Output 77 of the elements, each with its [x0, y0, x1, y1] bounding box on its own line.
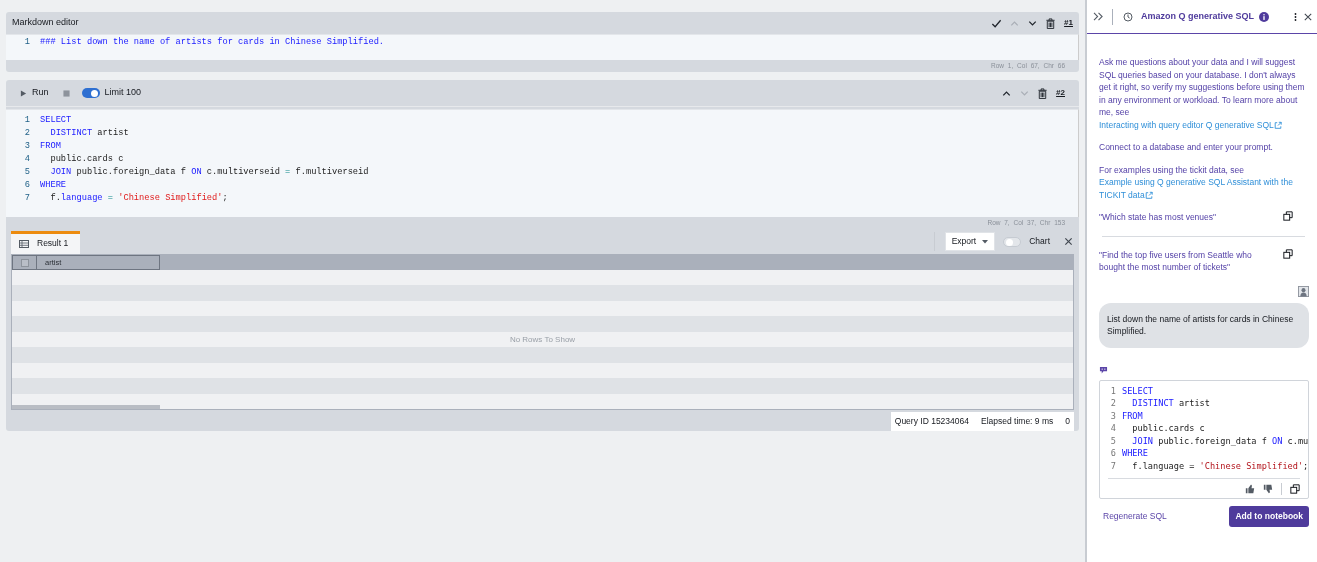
- code-line: FROM: [40, 140, 61, 153]
- export-dropdown[interactable]: Export: [944, 232, 996, 251]
- line-number: 2: [1109, 397, 1117, 410]
- chart-toggle[interactable]: [1003, 236, 1022, 247]
- regenerate-button[interactable]: Regenerate SQL: [1103, 510, 1167, 523]
- chart-label: Chart: [1029, 235, 1050, 248]
- more-options-icon[interactable]: [1294, 11, 1297, 22]
- line-number: 6: [23, 179, 31, 192]
- example-prompt[interactable]: "Find the top five users from Seattle who bought the most number of tickets": [1099, 248, 1273, 274]
- docs-link[interactable]: Interacting with query editor Q generative SQL: [1099, 119, 1282, 130]
- line-number: 7: [23, 192, 31, 205]
- code-line: public.cards c: [1131, 422, 1205, 435]
- table-icon: [19, 239, 29, 248]
- code-line: DISTINCT artist: [1131, 397, 1210, 410]
- query-id: Query ID 15234064: [894, 415, 969, 428]
- add-to-notebook-button[interactable]: Add to notebook: [1229, 506, 1309, 527]
- delete-icon[interactable]: [1037, 87, 1049, 99]
- code-line: SELECT: [1122, 384, 1154, 397]
- close-icon[interactable]: [1064, 237, 1073, 246]
- code-line: SELECT: [40, 114, 72, 127]
- paragraph: For examples using the tickit data, see Example using Q generative SQL Assistant with the TICKIT data: [1099, 163, 1307, 201]
- line-number: 4: [1109, 422, 1117, 435]
- code-line: public.cards c: [49, 153, 124, 166]
- code-line: JOIN public.foreign_data f ON c.mu: [1131, 434, 1308, 447]
- cell-title: Markdown editor: [12, 16, 79, 30]
- cell-number-link[interactable]: #1: [1064, 17, 1073, 29]
- code-line: DISTINCT artist: [49, 127, 129, 140]
- line-number: 5: [23, 166, 31, 179]
- cell-number-link[interactable]: #2: [1056, 87, 1065, 99]
- run-button[interactable]: Run: [20, 86, 49, 100]
- line-number: 3: [1109, 409, 1117, 422]
- elapsed-time: Elapsed time: 9 ms: [981, 415, 1054, 428]
- double-chevron-icon[interactable]: [1093, 12, 1104, 21]
- caret-icon: [982, 239, 989, 244]
- example-prompt[interactable]: "Which state has most venues": [1099, 211, 1217, 224]
- line-number: 5: [1109, 434, 1117, 447]
- clock-icon: [1123, 11, 1133, 22]
- line-number: 2: [23, 127, 31, 140]
- thumbs-up-icon[interactable]: [1245, 483, 1255, 494]
- select-all-checkbox[interactable]: [20, 258, 29, 267]
- chatbot-icon: [1099, 365, 1108, 374]
- close-icon[interactable]: [1304, 12, 1312, 21]
- copy-icon[interactable]: [1290, 483, 1300, 494]
- copy-icon[interactable]: [1283, 211, 1293, 221]
- copy-icon[interactable]: [1283, 248, 1293, 259]
- play-icon: [20, 89, 27, 97]
- line-number: 4: [23, 153, 31, 166]
- line-number: 1: [1109, 384, 1117, 397]
- line-number: 7: [1109, 459, 1117, 472]
- code-line: WHERE: [40, 179, 67, 192]
- line-number: 1: [23, 114, 31, 127]
- user-message: List down the name of artists for cards in Chinese Simplified.: [1099, 302, 1309, 348]
- code-line: WHERE: [1122, 447, 1148, 460]
- result-tab[interactable]: Result 1: [11, 231, 81, 254]
- delete-icon[interactable]: [1045, 17, 1057, 29]
- code-line: JOIN public.foreign_data f ON c.multiverseid = f.multiverseid: [49, 166, 369, 179]
- connect-hint: Connect to a database and enter your prompt.: [1099, 141, 1274, 154]
- external-link-icon: [1273, 120, 1282, 130]
- docs-link[interactable]: Example using Q generative SQL Assistant with the TICKIT data: [1099, 176, 1307, 201]
- line-number: 6: [1109, 447, 1117, 460]
- limit-label: Limit 100: [104, 86, 142, 100]
- check-icon[interactable]: [991, 17, 1003, 29]
- paragraph: Ask me questions about your data and I will suggest SQL queries based on your database. I don't always get it right, so verify my suggestions before using them in any environment or workload. To learn more about me, see Interacting with query editor Q generative SQL: [1099, 56, 1306, 131]
- code-line: f.language = 'Chinese Simplified';: [49, 192, 228, 205]
- empty-message: No Rows To Show: [509, 333, 576, 346]
- thumbs-down-icon[interactable]: [1263, 483, 1273, 494]
- info-icon[interactable]: [1259, 11, 1270, 22]
- footer-value: 0: [1065, 415, 1070, 428]
- limit-toggle[interactable]: [81, 88, 100, 98]
- line-number: 3: [23, 140, 31, 153]
- user-avatar-icon: [1298, 285, 1309, 297]
- line-number: 1: [23, 36, 31, 49]
- code-line: ### List down the name of artists for cards in Chinese Simplified.: [40, 36, 385, 49]
- code-line: FROM: [1122, 409, 1143, 422]
- external-link-icon: [1144, 190, 1153, 200]
- panel-title: Amazon Q generative SQL: [1141, 9, 1255, 23]
- code-line: f.language = 'Chinese Simplified';: [1131, 459, 1308, 472]
